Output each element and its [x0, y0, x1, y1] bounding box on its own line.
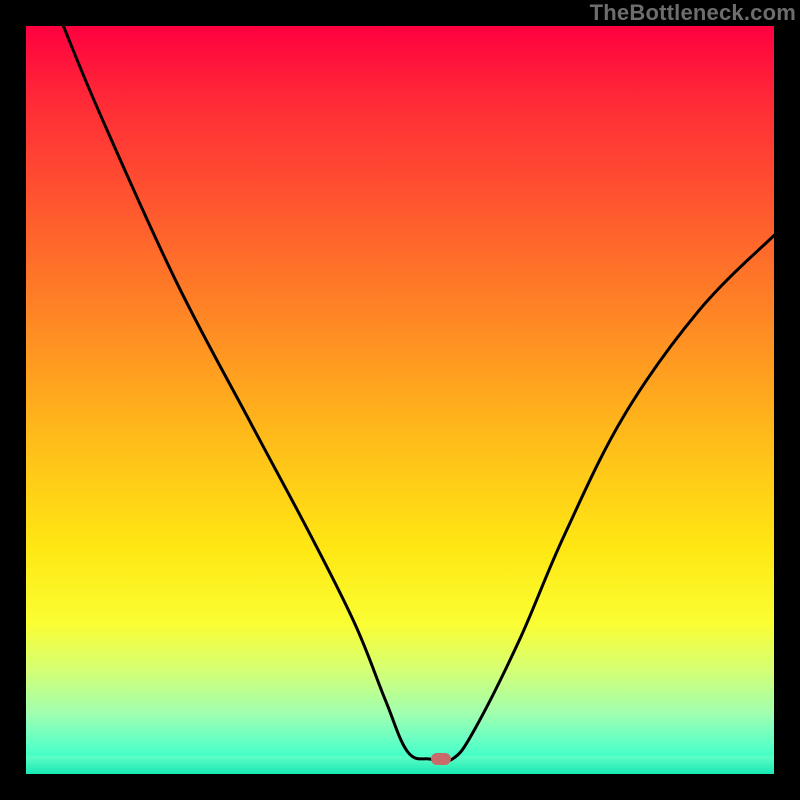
plot-area [26, 26, 774, 774]
bottleneck-curve-line [63, 26, 774, 762]
optimal-marker [431, 753, 451, 765]
bottleneck-chart: TheBottleneck.com [0, 0, 800, 800]
curve-svg [26, 26, 774, 774]
watermark-text: TheBottleneck.com [590, 0, 796, 26]
